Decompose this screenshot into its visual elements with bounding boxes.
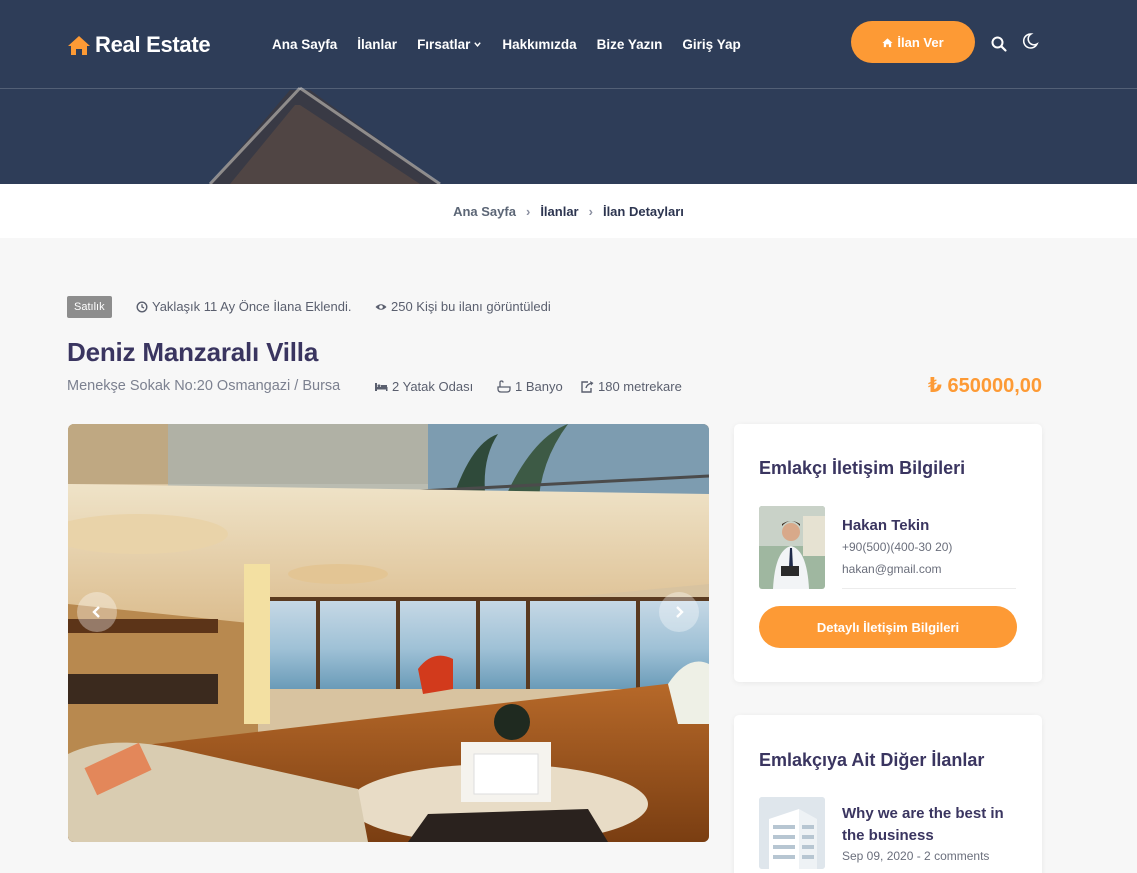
- nav-item-deals-label: Fırsatlar: [417, 37, 471, 52]
- bedroom-count-text: 2 Yatak Odası: [392, 379, 474, 394]
- view-count-text: 250 Kişi bu ilanı görüntüledi: [391, 299, 551, 314]
- post-thumbnail[interactable]: [759, 797, 825, 869]
- clock-icon: [136, 300, 148, 313]
- other-listings-title: Emlakçıya Ait Diğer İlanlar: [759, 750, 985, 770]
- bathroom-count-text: 1 Banyo: [515, 379, 563, 394]
- added-date-text: Yaklaşık 11 Ay Önce İlana Eklendi.: [152, 299, 352, 314]
- home-icon: [882, 37, 893, 47]
- gallery-next-button[interactable]: [659, 592, 699, 632]
- agent-email[interactable]: hakan@gmail.com: [842, 562, 942, 576]
- breadcrumb-listings[interactable]: İlanlar: [540, 204, 578, 219]
- chevron-right-icon: [676, 606, 684, 618]
- gallery-prev-button[interactable]: [77, 592, 117, 632]
- listing-price: ₺ 650000,00: [927, 375, 1042, 397]
- agent-phone[interactable]: +90(500)(400-30 20): [842, 540, 952, 554]
- home-icon: [68, 36, 90, 55]
- area-size-text: 180 metrekare: [598, 379, 682, 394]
- breadcrumb-current: İlan Detayları: [602, 203, 684, 219]
- logo-text: Real Estate: [95, 32, 211, 57]
- breadcrumb-bar: Ana Sayfa › İlanlar › İlan Detayları: [0, 184, 1137, 238]
- chevron-left-icon: [92, 606, 100, 618]
- nav-item-contact[interactable]: Bize Yazın: [597, 37, 663, 52]
- divider: [842, 588, 1016, 589]
- nav-item-about[interactable]: Hakkımızda: [502, 37, 576, 52]
- agent-other-listings-card: Emlakçıya Ait Diğer İlanlar Why we are t…: [734, 715, 1042, 873]
- listing-title: Deniz Manzaralı Villa: [67, 337, 319, 367]
- share-square-icon: [581, 381, 594, 393]
- detailed-contact-button[interactable]: Detaylı İletişim Bilgileri: [759, 606, 1017, 648]
- bedroom-count: 2 Yatak Odası: [374, 379, 473, 394]
- avatar: [759, 506, 825, 589]
- nav-item-login[interactable]: Giriş Yap: [682, 37, 740, 52]
- breadcrumb-home[interactable]: Ana Sayfa: [453, 204, 516, 219]
- breadcrumb: Ana Sayfa › İlanlar › İlan Detayları: [453, 204, 684, 219]
- header-divider: [0, 88, 1137, 89]
- added-date: Yaklaşık 11 Ay Önce İlana Eklendi.: [136, 299, 351, 314]
- agent-contact-card: Emlakçı İletişim Bilgileri Hakan Tekin +…: [734, 424, 1042, 682]
- nav-item-home[interactable]: Ana Sayfa: [272, 37, 337, 52]
- moon-icon[interactable]: [1021, 32, 1039, 50]
- post-listing-button[interactable]: İlan Ver: [851, 21, 975, 63]
- building-image: [759, 797, 825, 869]
- post-title[interactable]: Why we are the best in the business: [842, 803, 1022, 847]
- agent-card-title: Emlakçı İletişim Bilgileri: [759, 458, 966, 478]
- bed-icon: [375, 383, 388, 391]
- bathroom-count: 1 Banyo: [497, 379, 563, 394]
- chevron-down-icon: [474, 42, 482, 47]
- nav-item-deals[interactable]: Fırsatlar: [417, 37, 482, 52]
- area-size: 180 metrekare: [580, 379, 682, 394]
- chevron-right-icon: ›: [588, 203, 593, 219]
- listing-photo: [68, 424, 709, 842]
- listing-address: Menekşe Sokak No:20 Osmangazi / Bursa: [67, 378, 341, 394]
- logo[interactable]: Real Estate: [67, 32, 211, 58]
- agent-name: Hakan Tekin: [842, 517, 930, 534]
- nav-item-listings[interactable]: İlanlar: [357, 37, 397, 52]
- chevron-right-icon: ›: [525, 203, 531, 219]
- search-icon[interactable]: [990, 35, 1008, 53]
- agent-photo-image: [759, 506, 825, 589]
- bath-icon: [497, 380, 511, 393]
- hero-roof-image: [208, 86, 441, 184]
- main-nav: Ana Sayfa İlanlar Fırsatlar Hakkımızda B…: [272, 37, 741, 52]
- eye-icon: [375, 303, 387, 310]
- post-meta: Sep 09, 2020 - 2 comments: [842, 849, 990, 863]
- view-count: 250 Kişi bu ilanı görüntüledi: [375, 299, 551, 314]
- photo-gallery[interactable]: [68, 424, 709, 842]
- post-listing-label: İlan Ver: [897, 34, 944, 50]
- status-badge: Satılık: [67, 296, 112, 318]
